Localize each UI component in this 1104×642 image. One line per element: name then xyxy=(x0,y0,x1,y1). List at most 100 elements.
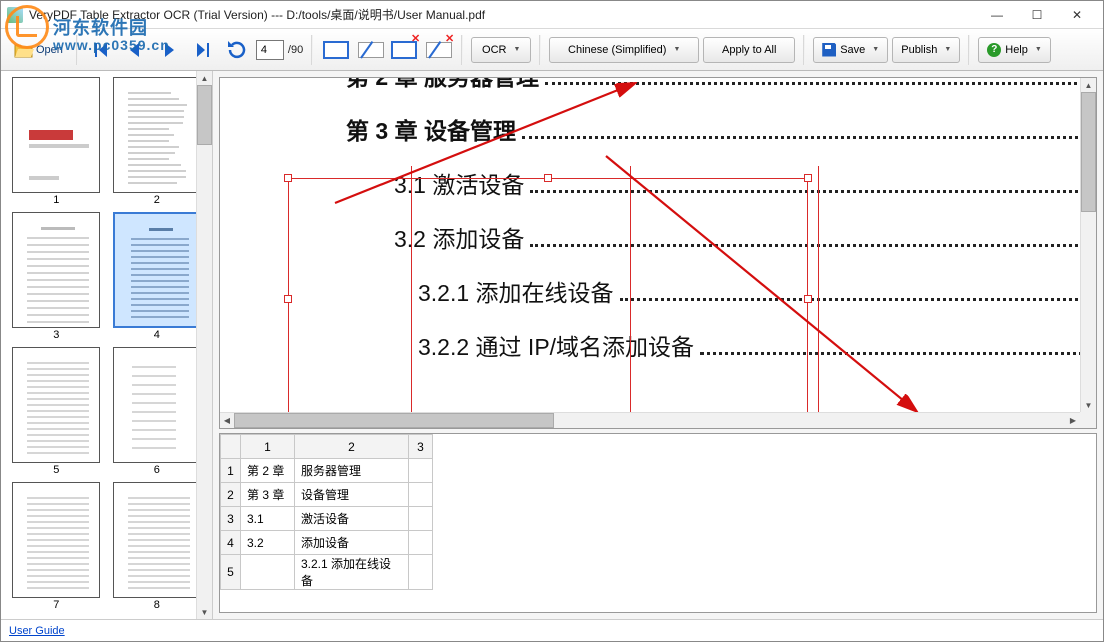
table-row-header[interactable]: 4 xyxy=(221,531,241,555)
rotate-button[interactable] xyxy=(222,35,252,65)
draw-rect-tool[interactable] xyxy=(321,35,351,65)
last-page-icon xyxy=(191,38,215,62)
folder-open-icon xyxy=(12,38,36,62)
user-guide-link[interactable]: User Guide xyxy=(9,625,65,637)
table-cell[interactable] xyxy=(409,507,433,531)
publish-dropdown[interactable]: Publish xyxy=(892,37,960,63)
page-preview[interactable]: 第 2 章 服务器管理第 3 章 设备管理3.1 激活设备3.2 添加设备3.2… xyxy=(219,77,1097,429)
thumb-scrollbar[interactable]: ▲ ▼ xyxy=(196,71,212,619)
table-cell[interactable]: 添加设备 xyxy=(295,531,409,555)
scroll-right-arrow-icon[interactable]: ▶ xyxy=(1066,413,1080,428)
main-panel: 第 2 章 服务器管理第 3 章 设备管理3.1 激活设备3.2 添加设备3.2… xyxy=(213,71,1103,619)
thumbnail-page-1[interactable] xyxy=(12,77,100,193)
delete-rect-tool[interactable]: ✕ xyxy=(389,35,419,65)
table-row-header[interactable]: 2 xyxy=(221,483,241,507)
first-page-button[interactable] xyxy=(86,35,116,65)
scroll-thumb[interactable] xyxy=(197,85,212,145)
scroll-up-arrow-icon[interactable]: ▲ xyxy=(1081,78,1096,92)
selection-handle[interactable] xyxy=(284,174,292,182)
scroll-thumb[interactable] xyxy=(234,413,554,428)
draw-line-tool[interactable] xyxy=(355,35,385,65)
language-dropdown[interactable]: Chinese (Simplified) xyxy=(549,37,699,63)
scroll-thumb[interactable] xyxy=(1081,92,1096,212)
save-dropdown[interactable]: Save xyxy=(813,37,888,63)
table-col-header[interactable]: 3 xyxy=(409,435,433,459)
annotation-arrow xyxy=(600,150,930,420)
language-label: Chinese (Simplified) xyxy=(568,44,666,56)
thumbnail-page-6[interactable] xyxy=(113,347,201,463)
page-number-input[interactable] xyxy=(256,40,284,60)
publish-label: Publish xyxy=(901,44,937,56)
thumbnail-page-3[interactable] xyxy=(12,212,100,328)
thumbnail-label: 5 xyxy=(53,464,59,476)
rotate-icon xyxy=(225,38,249,62)
thumbnail-label: 1 xyxy=(53,194,59,206)
next-page-icon xyxy=(157,38,181,62)
table-cell[interactable] xyxy=(241,555,295,590)
close-button[interactable]: ✕ xyxy=(1057,5,1097,25)
table-cell[interactable]: 设备管理 xyxy=(295,483,409,507)
open-button[interactable]: Open xyxy=(7,35,68,65)
table-row-header[interactable]: 1 xyxy=(221,459,241,483)
last-page-button[interactable] xyxy=(188,35,218,65)
apply-to-all-button[interactable]: Apply to All xyxy=(703,37,795,63)
x-badge-icon: ✕ xyxy=(411,32,420,45)
first-page-icon xyxy=(89,38,113,62)
app-icon xyxy=(7,7,23,23)
thumbnail-label: 6 xyxy=(154,464,160,476)
open-label: Open xyxy=(36,44,63,56)
table-cell[interactable]: 3.2 xyxy=(241,531,295,555)
preview-v-scrollbar[interactable]: ▲ ▼ xyxy=(1080,78,1096,412)
minimize-button[interactable]: — xyxy=(977,5,1017,25)
next-page-button[interactable] xyxy=(154,35,184,65)
save-label: Save xyxy=(840,44,865,56)
table-cell[interactable] xyxy=(409,555,433,590)
rectangle-icon xyxy=(323,41,349,59)
thumbnail-label: 7 xyxy=(53,599,59,611)
thumbnail-label: 8 xyxy=(154,599,160,611)
selection-handle[interactable] xyxy=(284,295,292,303)
thumbnail-label: 4 xyxy=(154,329,160,341)
scroll-up-arrow-icon[interactable]: ▲ xyxy=(197,71,212,85)
table-row-header[interactable]: 5 xyxy=(221,555,241,590)
title-bar: VeryPDF Table Extractor OCR (Trial Versi… xyxy=(1,1,1103,29)
table-col-header[interactable]: 2 xyxy=(295,435,409,459)
thumbnail-page-8[interactable] xyxy=(113,482,201,598)
scroll-down-arrow-icon[interactable]: ▼ xyxy=(197,605,212,619)
table-cell[interactable] xyxy=(409,531,433,555)
table-cell[interactable]: 服务器管理 xyxy=(295,459,409,483)
scroll-left-arrow-icon[interactable]: ◀ xyxy=(220,413,234,428)
thumbnail-label: 2 xyxy=(154,194,160,206)
content-area: 12345678 ▲ ▼ 第 2 章 服务器管理第 3 章 设备管理3.1 激活… xyxy=(1,71,1103,619)
help-label: Help xyxy=(1005,44,1028,56)
table-row-header[interactable]: 3 xyxy=(221,507,241,531)
table-cell[interactable] xyxy=(409,483,433,507)
prev-page-button[interactable] xyxy=(120,35,150,65)
thumbnail-page-2[interactable] xyxy=(113,77,201,193)
table-cell[interactable]: 3.1 xyxy=(241,507,295,531)
delete-line-tool[interactable]: ✕ xyxy=(423,35,453,65)
table-cell[interactable] xyxy=(409,459,433,483)
save-icon xyxy=(822,43,836,57)
prev-page-icon xyxy=(123,38,147,62)
maximize-button[interactable]: ☐ xyxy=(1017,5,1057,25)
thumbnail-page-4[interactable] xyxy=(113,212,201,328)
window-title: VeryPDF Table Extractor OCR (Trial Versi… xyxy=(29,6,977,23)
thumbnail-panel: 1 2 3 4 5 6 7 8 ▲ ▼ xyxy=(1,71,213,619)
preview-h-scrollbar[interactable]: ◀ ▶ xyxy=(220,412,1080,428)
table-cell[interactable]: 第 3 章 xyxy=(241,483,295,507)
help-icon: ? xyxy=(987,43,1001,57)
extracted-table[interactable]: 1231第 2 章服务器管理2第 3 章设备管理33.1激活设备43.2添加设备… xyxy=(220,434,433,590)
help-dropdown[interactable]: ? Help xyxy=(978,37,1051,63)
scroll-down-arrow-icon[interactable]: ▼ xyxy=(1081,398,1096,412)
extracted-table-panel: 1231第 2 章服务器管理2第 3 章设备管理33.1激活设备43.2添加设备… xyxy=(219,433,1097,613)
table-col-header[interactable]: 1 xyxy=(241,435,295,459)
table-cell[interactable]: 第 2 章 xyxy=(241,459,295,483)
table-cell[interactable]: 激活设备 xyxy=(295,507,409,531)
thumbnail-label: 3 xyxy=(53,329,59,341)
thumbnail-page-5[interactable] xyxy=(12,347,100,463)
ocr-dropdown[interactable]: OCR xyxy=(471,37,531,63)
thumbnail-page-7[interactable] xyxy=(12,482,100,598)
ocr-label: OCR xyxy=(482,44,506,56)
table-cell[interactable]: 3.2.1 添加在线设备 xyxy=(295,555,409,590)
